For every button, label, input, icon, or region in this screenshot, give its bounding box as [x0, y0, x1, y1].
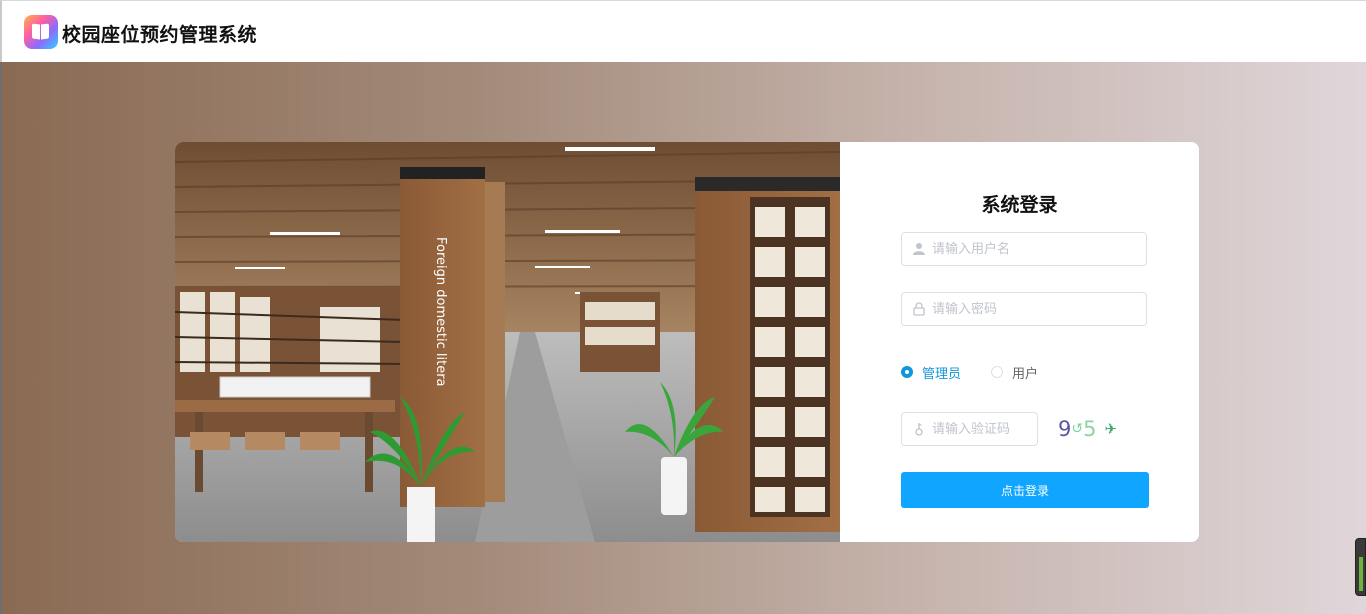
captcha-char-3: 5 — [1083, 417, 1097, 441]
app-title: 校园座位预约管理系统 — [62, 24, 258, 46]
book-logo-icon — [24, 15, 58, 49]
role-user-label: 用户 — [1012, 366, 1039, 382]
login-button[interactable]: 点击登录 — [901, 472, 1149, 508]
login-title: 系统登录 — [981, 194, 1058, 216]
main-background: Foreign domestic litera 系统登录 请输入用户名 管理员 … — [0, 62, 1366, 614]
app-header: 校园座位预约管理系统 — [0, 0, 1366, 62]
login-card: Foreign domestic litera 系统登录 请输入用户名 管理员 … — [175, 142, 1199, 542]
password-field — [901, 292, 1147, 326]
captcha-field — [901, 412, 1042, 446]
lock-icon — [913, 302, 925, 316]
key-icon — [915, 423, 923, 436]
radio-checked-icon — [901, 366, 913, 378]
password-input[interactable] — [932, 293, 1132, 325]
role-admin-radio[interactable]: 管理员 — [901, 363, 961, 382]
radio-unchecked-icon — [991, 366, 1004, 378]
library-photo: Foreign domestic litera — [175, 142, 840, 542]
role-selector: 管理员 用户 — [901, 362, 1068, 382]
login-form: 系统登录 管理员 — [840, 142, 1199, 542]
captcha-char-4: ✈ — [1104, 420, 1118, 438]
side-indicator-widget[interactable] — [1355, 538, 1366, 596]
captcha-input[interactable] — [932, 413, 1042, 445]
captcha-char-2: ↺ — [1071, 421, 1084, 437]
user-icon — [913, 243, 925, 255]
role-admin-label: 管理员 — [922, 366, 962, 382]
captcha-image[interactable]: 9 ↺ 5 ✈ — [1058, 412, 1128, 446]
username-field — [901, 232, 1147, 266]
username-input[interactable] — [932, 233, 1132, 265]
role-user-radio[interactable]: 用户 — [991, 363, 1038, 382]
pillar-sign-text: Foreign domestic litera — [433, 237, 448, 387]
captcha-char-1: 9 — [1058, 417, 1072, 441]
